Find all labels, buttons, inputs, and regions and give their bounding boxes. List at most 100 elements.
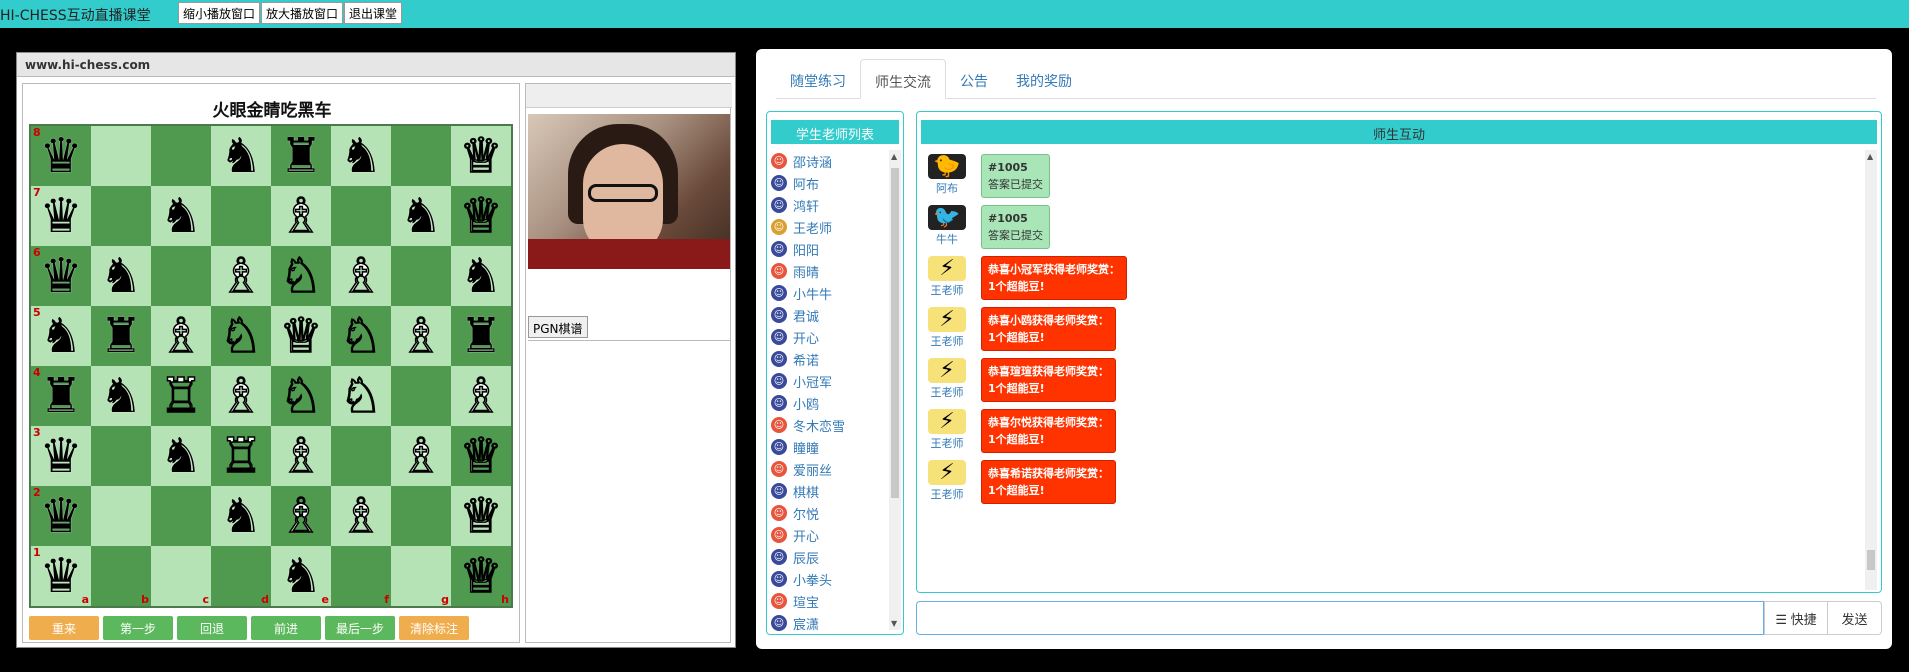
board-square[interactable]: 6 ♛: [31, 246, 91, 306]
board-square[interactable]: ♜: [451, 306, 511, 366]
board-square[interactable]: d: [211, 546, 271, 606]
board-square[interactable]: [91, 126, 151, 186]
black-knight-icon[interactable]: ♞: [279, 552, 322, 600]
white-knight-icon[interactable]: ♘: [219, 311, 264, 361]
scroll-thumb[interactable]: [1867, 550, 1875, 570]
black-queen-icon[interactable]: ♛: [39, 492, 82, 540]
black-knight-icon[interactable]: ♞: [399, 192, 442, 240]
avatar[interactable]: ⚡ 王老师: [927, 409, 967, 450]
board-square[interactable]: ♜: [91, 306, 151, 366]
board-square[interactable]: ♘: [211, 306, 271, 366]
board-square[interactable]: ♘: [331, 366, 391, 426]
control-button-2[interactable]: 回退: [177, 616, 247, 640]
scroll-thumb[interactable]: [891, 168, 899, 498]
white-bishop-icon[interactable]: ♗: [279, 491, 324, 541]
control-button-0[interactable]: 重来: [29, 616, 99, 640]
white-knight-icon[interactable]: ♘: [339, 371, 384, 421]
list-item[interactable]: ☺ 爱丽丝: [771, 458, 881, 480]
list-item[interactable]: ☺ 辰辰: [771, 546, 881, 568]
black-queen-icon[interactable]: ♛: [39, 252, 82, 300]
board-square[interactable]: ♗: [151, 306, 211, 366]
board-square[interactable]: ♕: [271, 306, 331, 366]
black-knight-icon[interactable]: ♞: [219, 132, 262, 180]
scroll-up-icon[interactable]: ▲: [891, 152, 897, 161]
white-bishop-icon[interactable]: ♗: [279, 191, 324, 241]
board-square[interactable]: ♕: [451, 426, 511, 486]
board-square[interactable]: ♗: [331, 246, 391, 306]
board-square[interactable]: ♞: [91, 246, 151, 306]
white-bishop-icon[interactable]: ♗: [339, 491, 384, 541]
board-square[interactable]: [331, 186, 391, 246]
list-item[interactable]: ☺ 希诺: [771, 348, 881, 370]
board-square[interactable]: ♗: [211, 366, 271, 426]
list-item[interactable]: ☺ 邵诗涵: [771, 150, 881, 172]
list-item[interactable]: ☺ 瑄宝: [771, 590, 881, 612]
board-square[interactable]: 1 a ♛: [31, 546, 91, 606]
list-item[interactable]: ☺ 小牛牛: [771, 282, 881, 304]
list-item[interactable]: ☺ 开心: [771, 524, 881, 546]
board-square[interactable]: ♞: [211, 486, 271, 546]
board-square[interactable]: b: [91, 546, 151, 606]
board-square[interactable]: ♗: [331, 486, 391, 546]
board-square[interactable]: ♖: [211, 426, 271, 486]
black-queen-icon[interactable]: ♛: [39, 192, 82, 240]
black-knight-icon[interactable]: ♞: [99, 372, 142, 420]
list-item[interactable]: ☺ 开心: [771, 326, 881, 348]
board-square[interactable]: ♕: [451, 486, 511, 546]
board-square[interactable]: 5 ♞: [31, 306, 91, 366]
board-square[interactable]: ♞: [211, 126, 271, 186]
white-rook-icon[interactable]: ♖: [219, 431, 264, 481]
black-rook-icon[interactable]: ♜: [99, 312, 142, 360]
board-square[interactable]: ♗: [211, 246, 271, 306]
chat-scrollbar[interactable]: ▲: [1865, 150, 1877, 590]
board-square[interactable]: ♞: [451, 246, 511, 306]
board-square[interactable]: [91, 486, 151, 546]
avatar[interactable]: ⚡ 王老师: [927, 307, 967, 348]
board-square[interactable]: ♘: [271, 366, 331, 426]
board-square[interactable]: [211, 186, 271, 246]
board-square[interactable]: ♖: [151, 366, 211, 426]
list-item[interactable]: ☺ 宸潇: [771, 612, 881, 634]
white-bishop-icon[interactable]: ♗: [339, 251, 384, 301]
board-square[interactable]: ♞: [151, 186, 211, 246]
black-knight-icon[interactable]: ♞: [339, 132, 382, 180]
black-rook-icon[interactable]: ♜: [279, 132, 322, 180]
white-bishop-icon[interactable]: ♗: [159, 311, 204, 361]
white-bishop-icon[interactable]: ♗: [219, 371, 264, 421]
white-rook-icon[interactable]: ♖: [159, 371, 204, 421]
list-item[interactable]: ☺ 君诚: [771, 304, 881, 326]
send-button[interactable]: 发送: [1828, 601, 1882, 635]
board-square[interactable]: 7 ♛: [31, 186, 91, 246]
white-queen-icon[interactable]: ♕: [459, 131, 504, 181]
list-item[interactable]: ☺ 尔悦: [771, 502, 881, 524]
list-item[interactable]: ☺ 雨晴: [771, 260, 881, 282]
white-knight-icon[interactable]: ♘: [279, 251, 324, 301]
tab-3[interactable]: 我的奖励: [1002, 59, 1086, 98]
control-button-3[interactable]: 前进: [251, 616, 321, 640]
board-square[interactable]: [331, 426, 391, 486]
board-square[interactable]: 4 ♜: [31, 366, 91, 426]
board-square[interactable]: ♕: [451, 186, 511, 246]
white-bishop-icon[interactable]: ♗: [219, 251, 264, 301]
list-item[interactable]: ☺ 小鸥: [771, 392, 881, 414]
board-square[interactable]: ♗: [271, 486, 331, 546]
board-square[interactable]: ♗: [271, 426, 331, 486]
white-bishop-icon[interactable]: ♗: [459, 371, 504, 421]
tab-2[interactable]: 公告: [946, 59, 1002, 98]
list-item[interactable]: ☺ 鸿轩: [771, 194, 881, 216]
board-square[interactable]: ♞: [91, 366, 151, 426]
board-square[interactable]: ♞: [331, 126, 391, 186]
exit-class-button[interactable]: 退出课堂: [344, 2, 403, 24]
board-square[interactable]: c: [151, 546, 211, 606]
board-square[interactable]: [91, 186, 151, 246]
board-square[interactable]: h ♕: [451, 546, 511, 606]
list-item[interactable]: ☺ 王老师: [771, 216, 881, 238]
avatar[interactable]: 🐦 牛牛: [927, 205, 967, 246]
black-queen-icon[interactable]: ♛: [39, 432, 82, 480]
board-square[interactable]: ♘: [271, 246, 331, 306]
board-square[interactable]: ♗: [451, 366, 511, 426]
board-square[interactable]: ♗: [391, 426, 451, 486]
user-list-scrollbar[interactable]: ▲ ▼: [889, 150, 901, 630]
avatar[interactable]: ⚡ 王老师: [927, 256, 967, 297]
black-knight-icon[interactable]: ♞: [459, 252, 502, 300]
